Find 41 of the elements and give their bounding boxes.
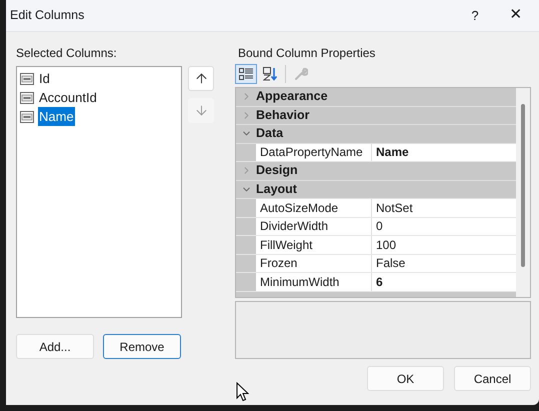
move-up-button[interactable] <box>188 66 214 91</box>
property-name: AutoSizeMode <box>260 200 338 217</box>
category-name: Behavior <box>256 106 310 124</box>
dialog-button[interactable]: Cancel <box>454 366 531 391</box>
dialog-button[interactable]: Remove <box>103 334 181 359</box>
help-button[interactable]: ? <box>457 0 493 32</box>
toolbar-button[interactable] <box>235 64 257 84</box>
property-value[interactable]: 0 <box>376 217 383 236</box>
category-row[interactable]: Layout <box>236 180 516 199</box>
category-name: Appearance <box>256 88 328 106</box>
category-row[interactable]: Data <box>236 125 516 144</box>
column-item[interactable]: Id <box>38 68 51 88</box>
mouse-cursor-icon <box>236 382 249 402</box>
property-name: FillWeight <box>260 236 312 254</box>
selected-columns-label: Selected Columns: <box>16 45 118 62</box>
window-title: Edit Columns <box>10 7 84 24</box>
column-item[interactable]: AccountId <box>38 88 98 108</box>
text-column-icon <box>20 92 34 104</box>
dialog-button[interactable]: OK <box>367 366 444 391</box>
category-row[interactable]: Design <box>236 162 516 180</box>
property-name: MinimumWidth <box>260 274 340 291</box>
property-value[interactable]: 6 <box>376 272 383 291</box>
property-value[interactable]: 100 <box>376 236 396 254</box>
property-name: DataPropertyName <box>260 144 363 162</box>
properties-label: Bound Column Properties <box>238 45 376 62</box>
text-column-icon <box>20 110 34 122</box>
category-name: Design <box>256 162 298 180</box>
wrench-icon <box>294 67 308 81</box>
category-name: Data <box>256 125 284 142</box>
dialog-button[interactable]: Add... <box>16 334 94 359</box>
property-name: Frozen <box>260 255 298 272</box>
column-item[interactable]: Name <box>38 106 75 126</box>
close-button[interactable]: ✕ <box>493 0 539 32</box>
categorized-icon <box>239 68 253 80</box>
down-arrow-icon <box>194 103 208 118</box>
property-name: DividerWidth <box>260 218 328 236</box>
sort-az-icon <box>262 67 278 81</box>
category-row[interactable]: Behavior <box>236 106 516 125</box>
category-row[interactable]: Appearance <box>236 88 516 106</box>
category-name: Layout <box>256 180 297 198</box>
text-column-icon <box>20 72 34 84</box>
